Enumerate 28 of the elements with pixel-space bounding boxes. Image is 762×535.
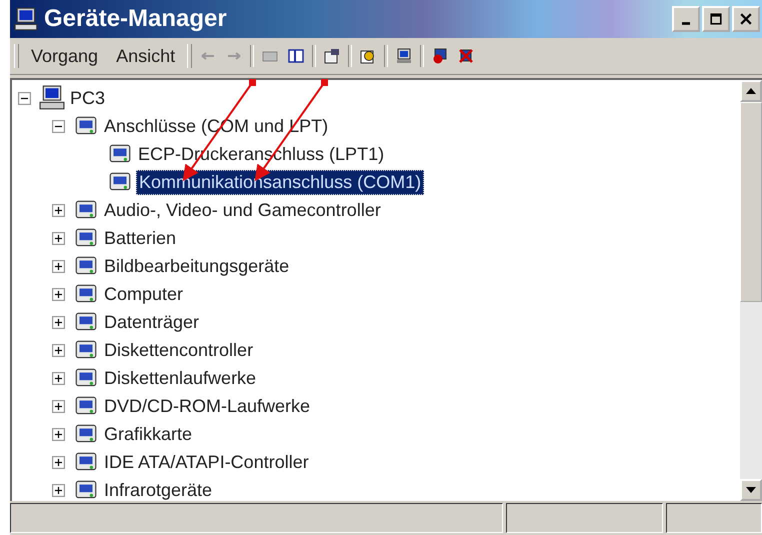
tree-item[interactable]: Grafikkarte [102, 422, 194, 446]
tree-item[interactable]: Diskettenlaufwerke [102, 366, 258, 390]
menu-item[interactable]: Ansicht [110, 44, 182, 68]
close-icon [740, 13, 752, 25]
computer-icon [14, 6, 40, 32]
minimize-icon [682, 22, 690, 24]
tree-item[interactable]: Computer [102, 282, 186, 306]
tree-item[interactable]: Audio-, Video- und Gamecontroller [102, 198, 383, 222]
scroll-down-icon[interactable] [740, 479, 762, 501]
vertical-scrollbar[interactable] [740, 80, 762, 501]
tree-item[interactable]: Diskettencontroller [102, 338, 256, 362]
tree-item[interactable]: DVD/CD-ROM-Laufwerke [102, 394, 312, 418]
window-title: Geräte-Manager [44, 5, 228, 33]
scroll-up-icon[interactable] [740, 80, 762, 102]
minimize-button[interactable] [672, 6, 700, 32]
tree-item[interactable]: Bildbearbeitungsgeräte [102, 254, 292, 278]
menu-item[interactable]: Vorgang [25, 44, 104, 68]
maximize-icon [710, 13, 722, 25]
maximize-button[interactable] [702, 6, 730, 32]
tree-item[interactable]: Kommunikationsanschluss (COM1) [136, 170, 424, 194]
tree-item[interactable]: PC3 [68, 86, 108, 110]
tree-item[interactable]: Datenträger [102, 310, 202, 334]
tree-item[interactable]: IDE ATA/ATAPI-Controller [102, 450, 311, 474]
scrollbar-thumb[interactable] [740, 102, 762, 302]
computer-icon [39, 85, 65, 111]
close-button[interactable] [732, 6, 760, 32]
tree-item[interactable]: Infrarotgeräte [102, 478, 214, 501]
tree-item[interactable]: Batterien [102, 226, 178, 250]
